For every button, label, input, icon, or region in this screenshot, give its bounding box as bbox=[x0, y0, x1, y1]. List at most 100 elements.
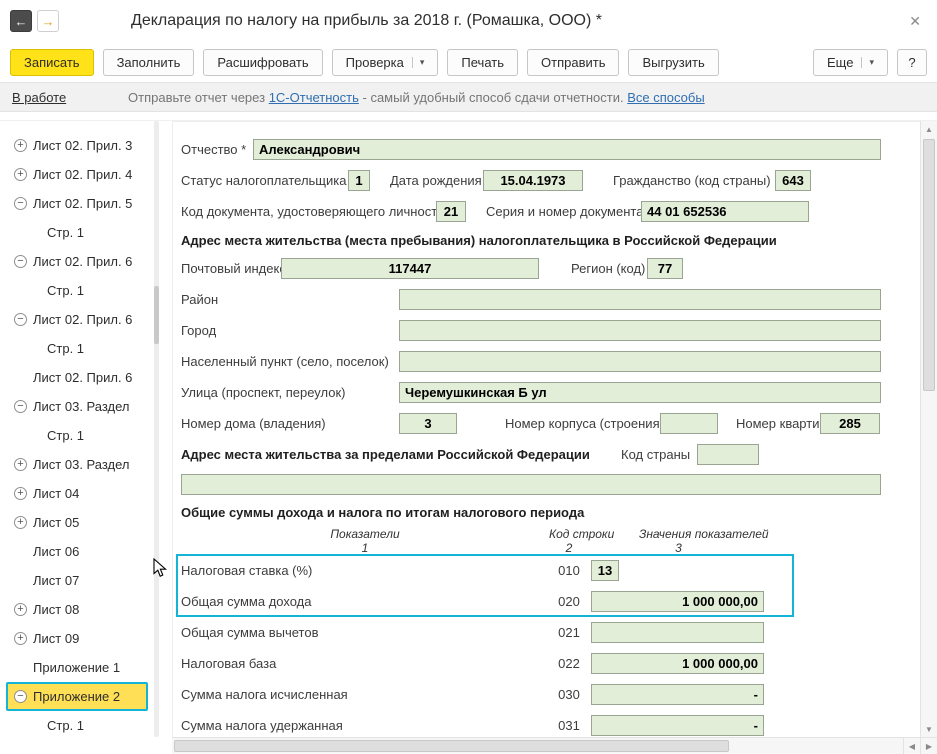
sidebar-item[interactable]: Приложение 1 bbox=[6, 653, 152, 682]
sidebar-item[interactable]: Лист 02. Прил. 6 bbox=[6, 363, 152, 392]
decipher-button[interactable]: Расшифровать bbox=[203, 48, 323, 76]
toolbar: Записать Заполнить Расшифровать Проверка… bbox=[0, 42, 937, 82]
scrollbar-track[interactable] bbox=[172, 738, 903, 754]
title-bar: ← → Декларация по налогу на прибыль за 2… bbox=[0, 0, 937, 42]
section-header-text: Адрес места жительства за пределами Росс… bbox=[181, 447, 590, 462]
sidebar-item[interactable]: − Лист 02. Прил. 5 bbox=[6, 189, 152, 218]
building-field[interactable] bbox=[660, 413, 718, 434]
all-methods-link[interactable]: Все способы bbox=[627, 90, 704, 105]
foreign-address-field[interactable] bbox=[181, 474, 881, 495]
table-column-headers: Показатели Код строки Значения показател… bbox=[173, 525, 920, 541]
chevron-down-icon: ▾ bbox=[861, 56, 874, 68]
country-code-field[interactable] bbox=[697, 444, 759, 465]
tax-base-field[interactable]: 1 000 000,00 bbox=[591, 653, 764, 674]
sidebar-item[interactable]: + Лист 02. Прил. 4 bbox=[6, 160, 152, 189]
forward-button[interactable]: → bbox=[37, 10, 59, 32]
sidebar-item-label: Лист 02. Прил. 6 bbox=[33, 312, 133, 327]
sidebar-item[interactable]: − Лист 02. Прил. 6 bbox=[6, 247, 152, 276]
tax-withheld-field[interactable]: - bbox=[591, 715, 764, 736]
print-button[interactable]: Печать bbox=[447, 48, 518, 76]
postal-code-field[interactable]: 117447 bbox=[281, 258, 539, 279]
sidebar-item[interactable]: + Лист 03. Раздел bbox=[6, 450, 152, 479]
scrollbar-track[interactable] bbox=[921, 137, 937, 721]
table-row: Общая сумма вычетов 021 bbox=[173, 617, 920, 648]
sidebar-item[interactable]: − Лист 03. Раздел bbox=[6, 392, 152, 421]
city-field[interactable] bbox=[399, 320, 881, 341]
sidebar-item[interactable]: + Лист 04 bbox=[6, 479, 152, 508]
sidebar-item-selected[interactable]: − Приложение 2 bbox=[6, 682, 148, 711]
deductions-total-field[interactable] bbox=[591, 622, 764, 643]
send-button[interactable]: Отправить bbox=[527, 48, 620, 76]
expand-icon[interactable]: + bbox=[14, 632, 27, 645]
doc-series-field[interactable]: 44 01 652536 bbox=[641, 201, 809, 222]
district-field[interactable] bbox=[399, 289, 881, 310]
tax-rate-field[interactable]: 13 bbox=[591, 560, 619, 581]
expand-icon[interactable]: + bbox=[14, 139, 27, 152]
back-button[interactable]: ← bbox=[10, 10, 32, 32]
sidebar-item[interactable]: Стр. 1 bbox=[6, 711, 152, 737]
sidebar-item[interactable]: Лист 07 bbox=[6, 566, 152, 595]
expand-icon[interactable]: + bbox=[14, 516, 27, 529]
region-field[interactable]: 77 bbox=[647, 258, 683, 279]
sidebar-item[interactable]: − Лист 02. Прил. 6 bbox=[6, 305, 152, 334]
collapse-icon[interactable]: − bbox=[14, 197, 27, 210]
sidebar-item[interactable]: Стр. 1 bbox=[6, 218, 152, 247]
expand-icon[interactable]: + bbox=[14, 168, 27, 181]
vertical-scrollbar[interactable]: ▲ ▼ bbox=[920, 121, 937, 737]
citizenship-field[interactable]: 643 bbox=[775, 170, 811, 191]
collapse-icon[interactable]: − bbox=[14, 400, 27, 413]
sidebar-item[interactable]: + Лист 05 bbox=[6, 508, 152, 537]
scroll-right-icon[interactable]: ▶ bbox=[920, 738, 937, 754]
field-label: Номер корпуса (строения) bbox=[505, 416, 664, 431]
tax-calculated-field[interactable]: - bbox=[591, 684, 764, 705]
sidebar-item-label: Лист 04 bbox=[33, 486, 80, 501]
status-state-link[interactable]: В работе bbox=[12, 90, 128, 105]
scrollbar-thumb[interactable] bbox=[174, 740, 729, 752]
table-row: Налоговая ставка (%) 010 13 bbox=[173, 555, 920, 586]
sidebar-item[interactable]: Стр. 1 bbox=[6, 334, 152, 363]
scroll-down-icon[interactable]: ▼ bbox=[921, 721, 937, 737]
apartment-field[interactable]: 285 bbox=[820, 413, 880, 434]
scrollbar-thumb[interactable] bbox=[923, 139, 935, 391]
scroll-left-icon[interactable]: ◀ bbox=[903, 738, 920, 754]
column-title: Код строки bbox=[549, 527, 615, 541]
sidebar-item[interactable]: + Лист 08 bbox=[6, 595, 152, 624]
sidebar-scrollbar[interactable] bbox=[154, 121, 159, 737]
sidebar-item[interactable]: + Лист 09 bbox=[6, 624, 152, 653]
income-total-field[interactable]: 1 000 000,00 bbox=[591, 591, 764, 612]
service-link[interactable]: 1С-Отчетность bbox=[269, 90, 359, 105]
scrollbar-thumb[interactable] bbox=[154, 286, 159, 344]
column-number: 3 bbox=[675, 541, 682, 555]
collapse-icon[interactable]: − bbox=[14, 255, 27, 268]
fill-button[interactable]: Заполнить bbox=[102, 48, 195, 76]
row-label: Общая сумма дохода bbox=[181, 594, 312, 609]
more-button[interactable]: Еще ▾ bbox=[813, 48, 888, 76]
collapse-icon[interactable]: − bbox=[14, 690, 27, 703]
collapse-icon[interactable]: − bbox=[14, 313, 27, 326]
export-button[interactable]: Выгрузить bbox=[628, 48, 719, 76]
settlement-field[interactable] bbox=[399, 351, 881, 372]
birth-date-field[interactable]: 15.04.1973 bbox=[483, 170, 583, 191]
close-button[interactable]: ✕ bbox=[903, 9, 927, 34]
horizontal-scrollbar[interactable]: ◀ ▶ bbox=[172, 737, 937, 754]
check-button[interactable]: Проверка ▾ bbox=[331, 48, 439, 76]
sections-tree: + Лист 02. Прил. 3 + Лист 02. Прил. 4 − Лис… bbox=[6, 121, 152, 737]
house-field[interactable]: 3 bbox=[399, 413, 457, 434]
scroll-up-icon[interactable]: ▲ bbox=[921, 121, 937, 137]
save-button[interactable]: Записать bbox=[10, 48, 94, 76]
sidebar-item[interactable]: Лист 06 bbox=[6, 537, 152, 566]
doc-code-field[interactable]: 21 bbox=[436, 201, 466, 222]
expand-icon[interactable]: + bbox=[14, 603, 27, 616]
sidebar-item[interactable]: Стр. 1 bbox=[6, 421, 152, 450]
sidebar-item[interactable]: + Лист 02. Прил. 3 bbox=[6, 131, 152, 160]
street-field[interactable]: Черемушкинская Б ул bbox=[399, 382, 881, 403]
middle-name-field[interactable]: Александрович bbox=[253, 139, 881, 160]
expand-icon[interactable]: + bbox=[14, 487, 27, 500]
field-label: Почтовый индекс bbox=[181, 261, 286, 276]
forward-arrow-icon: → bbox=[41, 13, 55, 29]
sidebar-item[interactable]: Стр. 1 bbox=[6, 276, 152, 305]
help-button[interactable]: ? bbox=[897, 48, 927, 76]
expand-icon[interactable]: + bbox=[14, 458, 27, 471]
taxpayer-status-field[interactable]: 1 bbox=[348, 170, 370, 191]
chevron-down-icon: ▾ bbox=[411, 56, 424, 68]
